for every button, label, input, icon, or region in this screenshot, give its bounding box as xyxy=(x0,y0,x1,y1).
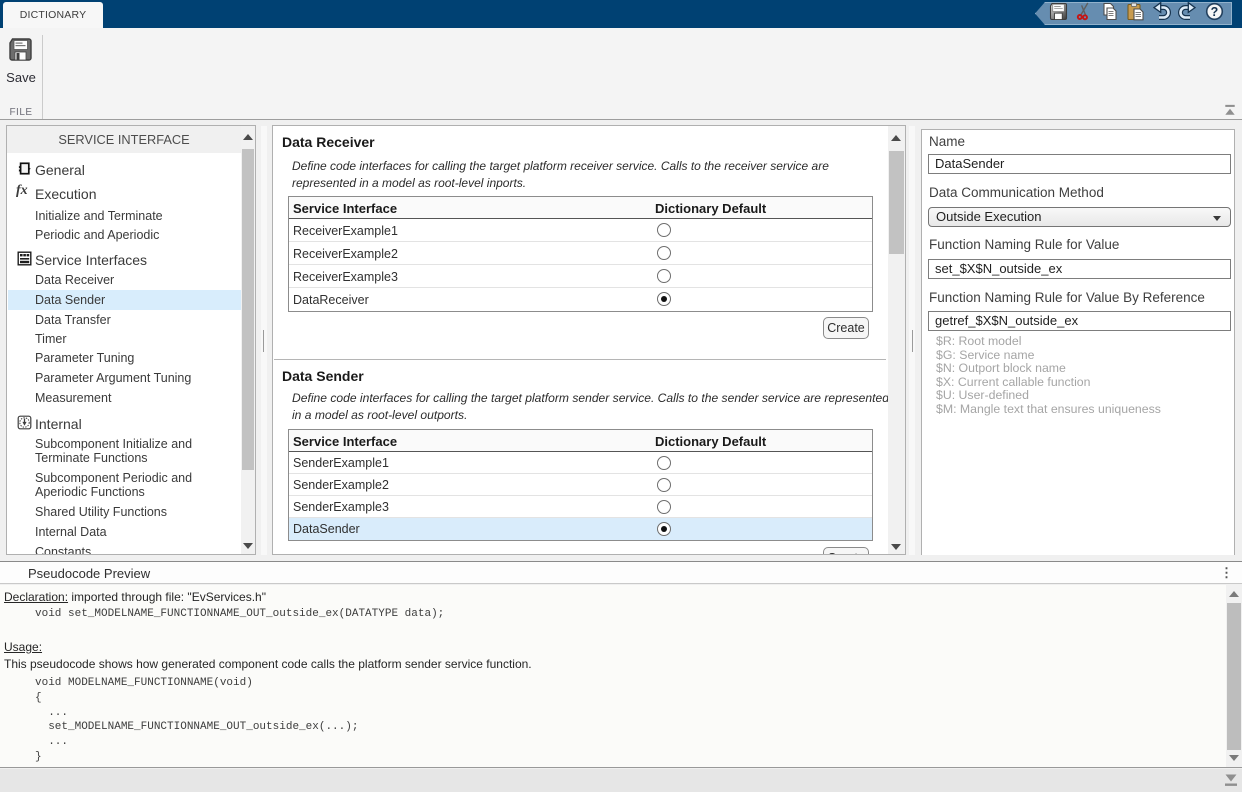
svg-text:?: ? xyxy=(1211,5,1219,19)
